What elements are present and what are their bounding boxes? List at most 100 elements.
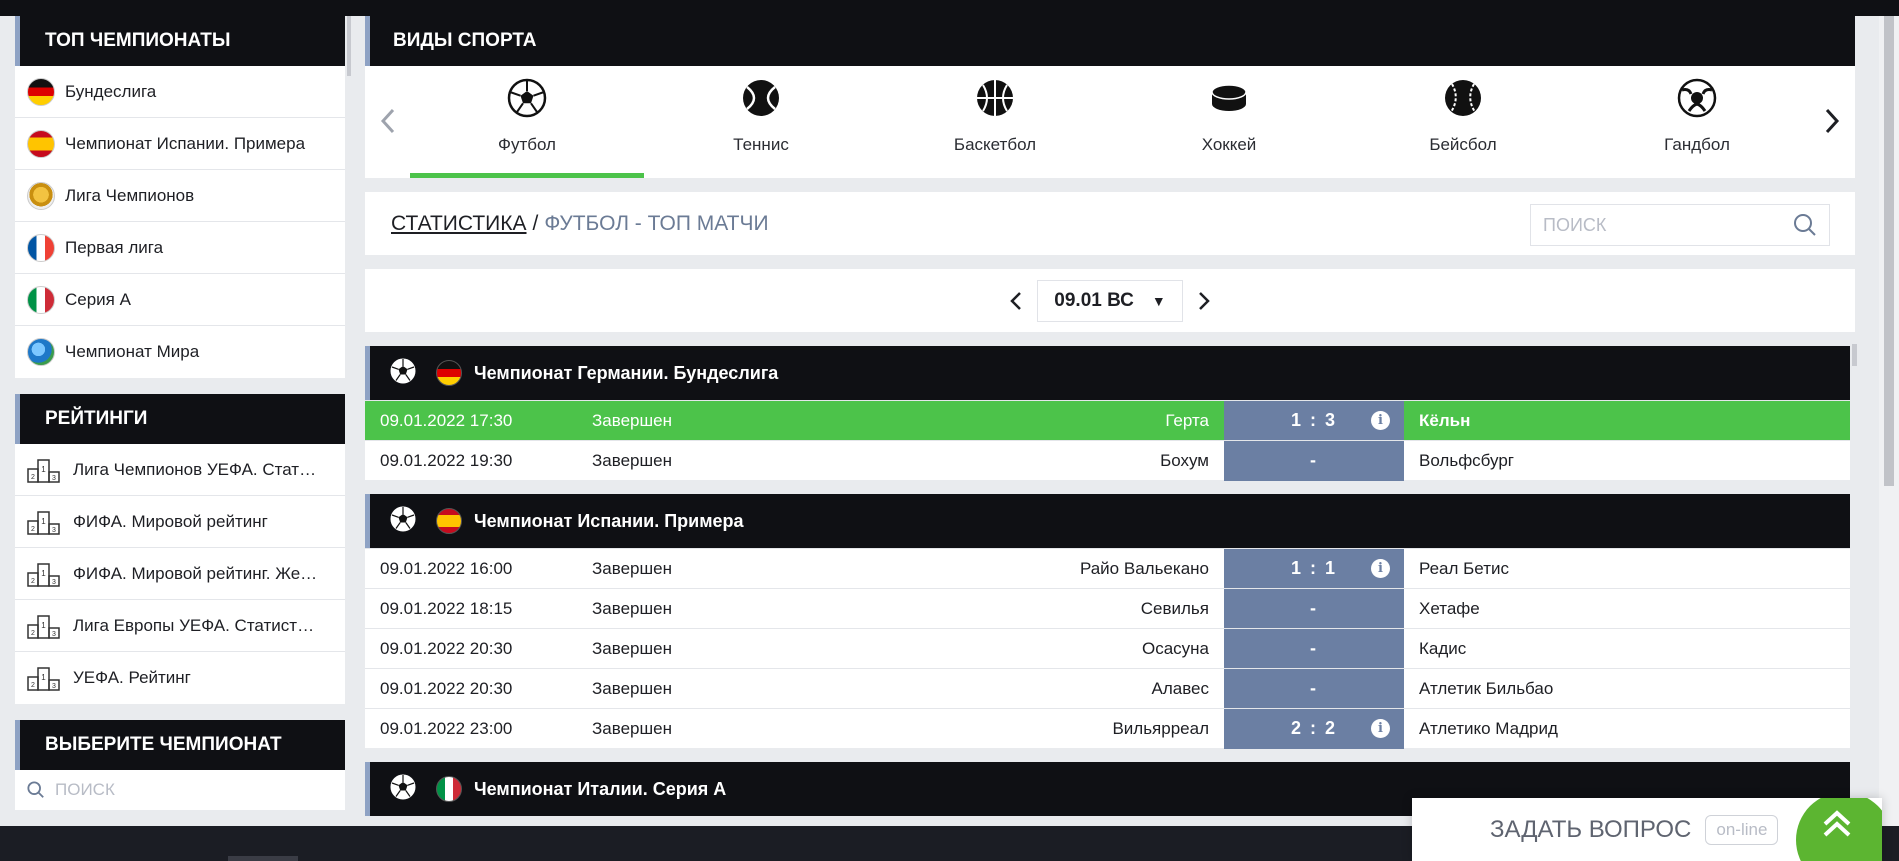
rating-item[interactable]: 1 2 3 Лига Чемпионов УЕФА. Стат… xyxy=(15,444,345,496)
double-chevron-up-icon xyxy=(1823,810,1851,837)
rating-item-label: УЕФА. Рейтинг xyxy=(73,668,191,687)
ask-question-button[interactable]: ЗАДАТЬ ВОПРОС xyxy=(1490,816,1691,844)
match-time: 09.01.2022 20:30 xyxy=(380,678,513,698)
page-scrollbar-thumb[interactable] xyxy=(1884,16,1894,486)
page-scrollbar[interactable] xyxy=(1879,16,1899,826)
sports-carousel: Футбол Теннис Баскетбол Хоккей Бейсбол Гандбо… xyxy=(365,66,1855,178)
svg-text:2: 2 xyxy=(31,682,35,689)
info-icon[interactable]: i xyxy=(1371,718,1390,738)
sports-next-button[interactable] xyxy=(1817,106,1847,136)
svg-text:1: 1 xyxy=(41,569,46,578)
match-row[interactable]: 09.01.2022 20:30 Завершен Осасуна - Кадис xyxy=(365,628,1850,669)
svg-text:2: 2 xyxy=(31,630,35,637)
rating-item[interactable]: 1 2 3 ФИФА. Мировой рейтинг xyxy=(15,496,345,548)
chevron-left-icon xyxy=(1010,291,1021,310)
match-time: 09.01.2022 19:30 xyxy=(380,450,513,470)
match-score[interactable]: - xyxy=(1224,668,1404,709)
matches-scrollbar[interactable] xyxy=(1852,344,1857,366)
svg-text:2: 2 xyxy=(31,474,35,481)
sport-tab-handball[interactable]: Гандбол xyxy=(1580,66,1814,178)
match-score[interactable]: - xyxy=(1224,440,1404,481)
choose-championship-block: ВЫБЕРИТЕ ЧЕМПИОНАТ xyxy=(15,720,345,810)
match-time: 09.01.2022 16:00 xyxy=(380,558,513,578)
match-search-input[interactable] xyxy=(1543,214,1793,236)
championship-item-label: Серия А xyxy=(65,289,131,309)
match-row[interactable]: 09.01.2022 19:30 Завершен Бохум - Вольфсбург xyxy=(365,440,1850,481)
breadcrumb-separator: / xyxy=(532,211,539,235)
sport-tab-soccer-ball[interactable]: Футбол xyxy=(410,66,644,178)
rating-item[interactable]: 1 2 3 УЕФА. Рейтинг xyxy=(15,652,345,704)
sport-tab-label: Гандбол xyxy=(1664,135,1730,154)
main-content: ВИДЫ СПОРТА Футбол Теннис Баскетбол Хоккей Б… xyxy=(365,16,1855,816)
match-row[interactable]: 09.01.2022 16:00 Завершен Райо Вальекано 1 … xyxy=(365,548,1850,589)
match-status: Завершен xyxy=(592,410,672,430)
match-time: 09.01.2022 20:30 xyxy=(380,638,513,658)
scroll-top-button[interactable] xyxy=(1796,798,1882,861)
sport-tab-label: Бейсбол xyxy=(1429,135,1497,154)
info-icon[interactable]: i xyxy=(1371,410,1390,430)
sport-tab-label: Баскетбол xyxy=(953,135,1037,154)
sport-tab-basketball[interactable]: Баскетбол xyxy=(878,66,1112,178)
date-prev-button[interactable] xyxy=(1001,286,1031,316)
sport-tab-baseball[interactable]: Бейсбол xyxy=(1346,66,1580,178)
championship-item[interactable]: Серия А xyxy=(15,274,345,326)
svg-text:3: 3 xyxy=(52,475,56,482)
hockey-puck-icon xyxy=(1209,78,1249,123)
championship-item[interactable]: Лига Чемпионов xyxy=(15,170,345,222)
match-score[interactable]: - xyxy=(1224,628,1404,669)
match-score[interactable]: 1 : 1 i xyxy=(1224,548,1404,589)
ratings-title: РЕЙТИНГИ xyxy=(15,394,345,444)
championship-item[interactable]: Чемпионат Мира xyxy=(15,326,345,378)
championship-item[interactable]: Первая лига xyxy=(15,222,345,274)
championship-search-input[interactable] xyxy=(55,780,315,800)
top-championships-title: ТОП ЧЕМПИОНАТЫ xyxy=(15,16,345,66)
caret-down-icon: ▼ xyxy=(1151,292,1166,309)
match-time: 09.01.2022 17:30 xyxy=(380,410,513,430)
sidebar-scrollbar[interactable] xyxy=(347,16,351,76)
top-championships-list: Бундеслига Чемпионат Испании. Примера Лига… xyxy=(15,66,345,378)
ratings-block: РЕЙТИНГИ 1 2 3 Лига Чемпионов УЕФА. Стат… 1 2… xyxy=(15,394,345,704)
choose-championship-title: ВЫБЕРИТЕ ЧЕМПИОНАТ xyxy=(15,720,345,770)
championship-item[interactable]: Чемпионат Испании. Примера xyxy=(15,118,345,170)
championship-search xyxy=(15,770,345,810)
search-icon[interactable] xyxy=(1793,213,1817,237)
it-flag-icon xyxy=(27,285,55,314)
rating-item-label: Лига Чемпионов УЕФА. Стат… xyxy=(73,459,317,479)
championship-item-label: Лига Чемпионов xyxy=(65,185,195,205)
podium-icon: 12 3 xyxy=(27,613,61,639)
sport-tab-tennis-ball[interactable]: Теннис xyxy=(644,66,878,178)
svg-text:3: 3 xyxy=(52,683,56,690)
rating-item[interactable]: 1 2 3 Лига Европы УЕФА. Статист… xyxy=(15,600,345,652)
match-status: Завершен xyxy=(592,558,672,578)
match-time: 09.01.2022 18:15 xyxy=(380,598,513,618)
match-score[interactable]: - xyxy=(1224,588,1404,629)
away-team: Атлетик Бильбао xyxy=(1419,678,1554,698)
match-row[interactable]: 09.01.2022 20:30 Завершен Алавес - Атлетик Б… xyxy=(365,668,1850,709)
match-score[interactable]: 1 : 3 i xyxy=(1224,400,1404,441)
match-row[interactable]: 09.01.2022 23:00 Завершен Вильярреал 2 : 2 i… xyxy=(365,708,1850,749)
taskbar-tab[interactable] xyxy=(228,856,298,861)
league-header[interactable]: Чемпионат Германии. Бундеслига xyxy=(365,346,1850,400)
basketball-icon xyxy=(975,78,1015,123)
date-dropdown[interactable]: 09.01 ВС ▼ xyxy=(1037,279,1183,322)
match-score[interactable]: 2 : 2 i xyxy=(1224,708,1404,749)
match-status: Завершен xyxy=(592,678,672,698)
date-next-button[interactable] xyxy=(1189,286,1219,316)
info-icon[interactable]: i xyxy=(1371,558,1390,578)
it-flag-icon xyxy=(436,776,462,802)
championship-item[interactable]: Бундеслига xyxy=(15,66,345,118)
chevron-right-icon xyxy=(1825,108,1840,134)
league-name: Чемпионат Испании. Примера xyxy=(474,510,744,531)
match-row[interactable]: 09.01.2022 18:15 Завершен Севилья - Хетафе xyxy=(365,588,1850,629)
sports-prev-button[interactable] xyxy=(373,106,403,136)
match-row[interactable]: 09.01.2022 17:30 Завершен Герта 1 : 3 i Кёльн xyxy=(365,400,1850,441)
podium-icon: 12 3 xyxy=(27,665,61,691)
breadcrumb-statistics-link[interactable]: СТАТИСТИКА xyxy=(391,212,527,236)
league-name: Чемпионат Италии. Серия А xyxy=(474,778,727,799)
tennis-ball-icon xyxy=(741,78,781,123)
league-header[interactable]: Чемпионат Испании. Примера xyxy=(365,494,1850,548)
rating-item[interactable]: 1 2 3 ФИФА. Мировой рейтинг. Же… xyxy=(15,548,345,600)
soccer-ball-icon xyxy=(390,506,416,537)
sport-tab-hockey-puck[interactable]: Хоккей xyxy=(1112,66,1346,178)
handball-icon xyxy=(1677,78,1717,123)
